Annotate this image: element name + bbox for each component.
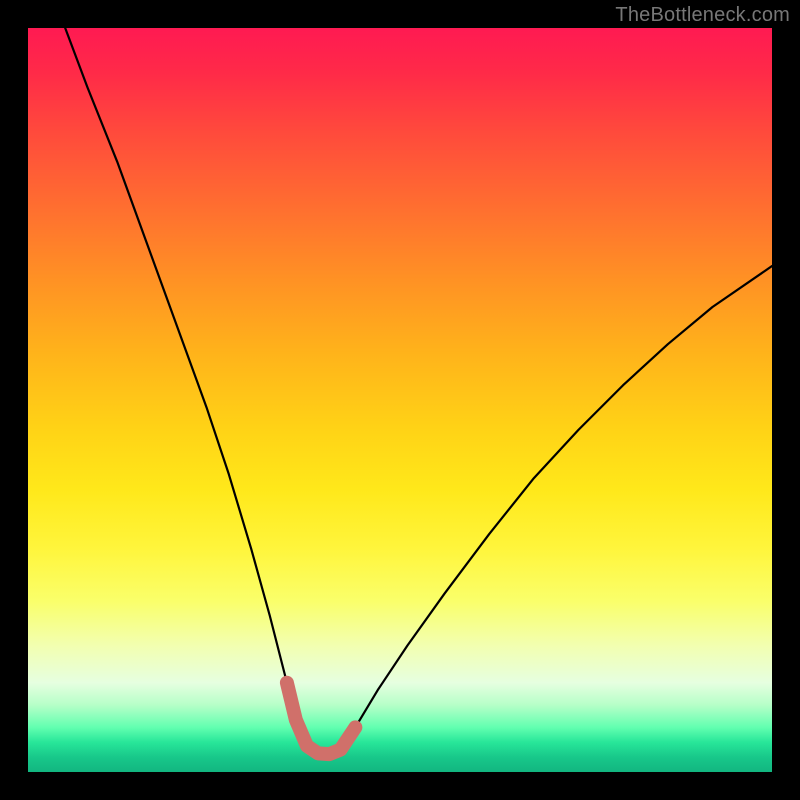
plot-area (28, 28, 772, 772)
series-bottleneck-curve (65, 28, 772, 754)
chart-frame: TheBottleneck.com (0, 0, 800, 800)
chart-svg (28, 28, 772, 772)
highlight-marker (349, 721, 361, 733)
highlight-marker (282, 678, 292, 688)
highlight-marker (334, 744, 346, 756)
watermark-text: TheBottleneck.com (615, 4, 790, 27)
highlight-marker (291, 715, 301, 725)
highlight-marker (302, 741, 312, 751)
